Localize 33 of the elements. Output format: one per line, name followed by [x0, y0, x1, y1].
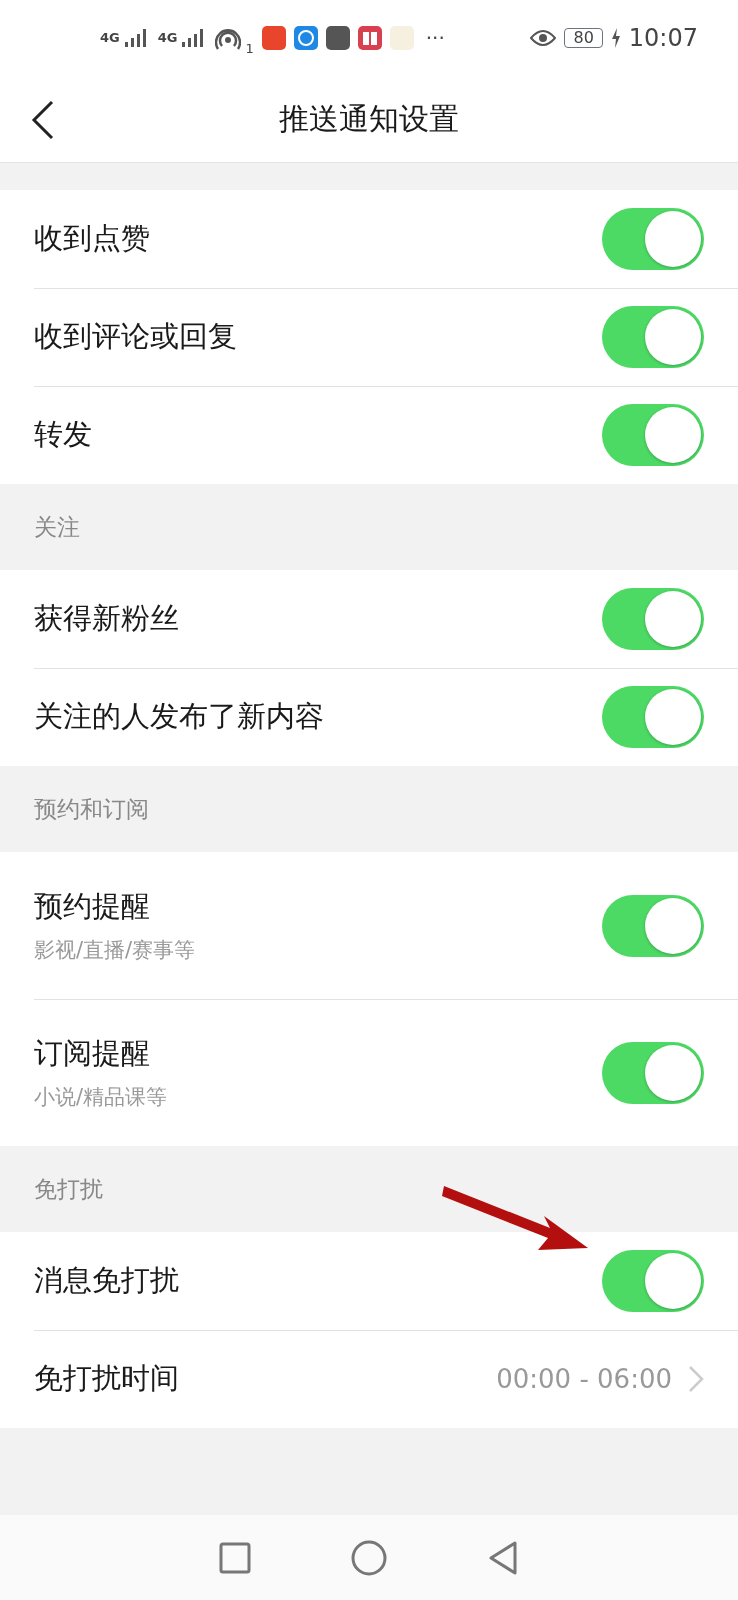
chevron-right-icon[interactable]: [688, 1365, 704, 1393]
setting-label: 关注的人发布了新内容: [34, 698, 325, 736]
eye-icon: [530, 28, 557, 47]
clock: 10:07: [628, 22, 698, 54]
home-button[interactable]: [351, 1539, 387, 1576]
network-type-label: 4G: [100, 28, 120, 47]
setting-label: 消息免打扰: [34, 1262, 180, 1300]
app-icon: [389, 25, 414, 50]
app-icon: [293, 25, 318, 50]
section-header: 免打扰: [34, 1174, 103, 1204]
network-type-label: 4G: [157, 28, 178, 47]
setting-label: 转发: [34, 416, 93, 454]
page-title: 推送通知设置: [279, 100, 459, 138]
setting-description: 小说/精品课等: [34, 1083, 169, 1111]
app-icon: [325, 25, 350, 50]
setting-label: 订阅提醒: [34, 1035, 151, 1072]
recent-apps-button[interactable]: [219, 1541, 251, 1574]
battery-level: 80: [564, 27, 603, 48]
section-header: 关注: [34, 512, 80, 542]
setting-label: 获得新粉丝: [34, 600, 180, 638]
book-icon: [357, 25, 382, 50]
setting-label: 免打扰时间: [34, 1360, 180, 1398]
hotspot-count: 1: [245, 40, 254, 57]
app-icon: [261, 25, 286, 50]
charging-icon: [610, 27, 621, 48]
back-nav-button[interactable]: [487, 1539, 519, 1576]
more-notifications: ···: [425, 24, 445, 52]
setting-label: 收到点赞: [34, 220, 151, 258]
setting-label: 预约提醒: [34, 888, 151, 925]
setting-description: 影视/直播/赛事等: [34, 936, 197, 964]
section-header: 预约和订阅: [34, 794, 149, 824]
time-range: 00:00 - 06:00: [496, 1362, 672, 1396]
setting-label: 收到评论或回复: [34, 318, 238, 356]
